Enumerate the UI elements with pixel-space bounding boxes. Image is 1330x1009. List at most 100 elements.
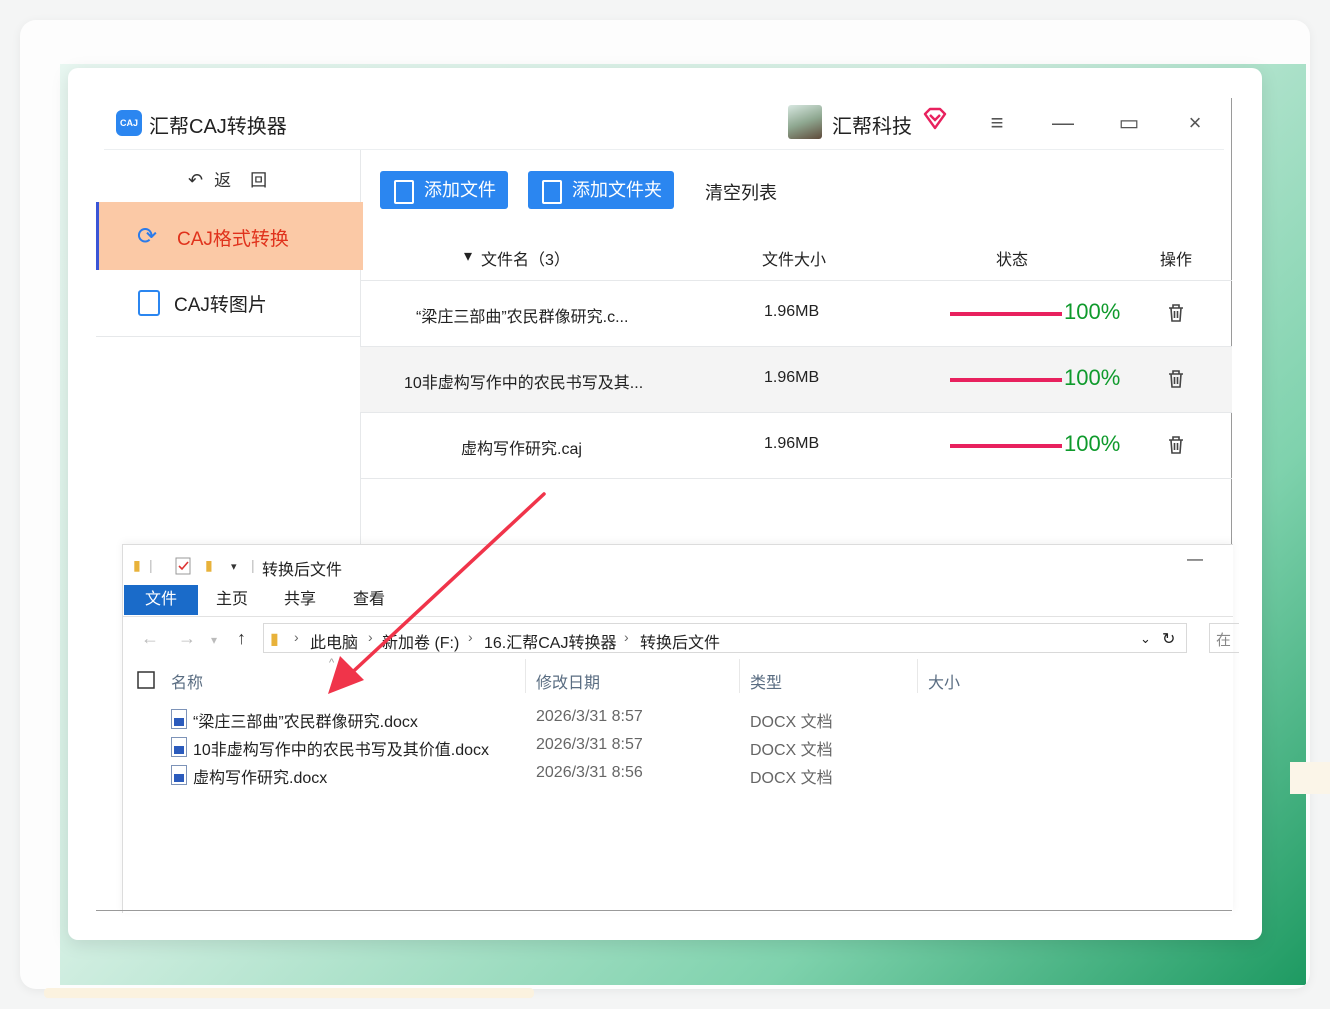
column-divider (917, 659, 918, 693)
address-dropdown-icon[interactable]: ⌄ (1140, 631, 1151, 647)
file-name: “梁庄三部曲”农民群像研究.docx (193, 714, 418, 731)
folder-icon: ▮ (133, 557, 141, 573)
app-title: 汇帮CAJ转换器 (149, 116, 287, 138)
column-size[interactable]: 大小 (928, 669, 960, 693)
window-bottom-edge (96, 910, 1232, 911)
folder-icon: ▮ (270, 631, 279, 648)
ribbon-tab-file[interactable]: 文件 (124, 585, 198, 615)
trash-icon[interactable] (1167, 369, 1185, 389)
close-button[interactable]: × (1182, 110, 1208, 136)
maximize-button[interactable]: ▭ (1116, 110, 1142, 136)
progress-percent: 100% (1064, 431, 1121, 456)
document-icon (138, 290, 160, 316)
row-filesize: 1.96MB (764, 435, 820, 452)
trash-icon[interactable] (1167, 435, 1185, 455)
avatar[interactable] (788, 105, 822, 139)
sidebar-item-caj-image[interactable]: CAJ转图片 (96, 270, 360, 337)
list-item[interactable]: 10非虚构写作中的农民书写及其价值.docx 2026/3/31 8:57 DO… (171, 733, 871, 761)
menu-icon[interactable]: ≡ (984, 110, 1010, 136)
separator: | (251, 557, 255, 573)
row-filesize: 1.96MB (764, 369, 820, 386)
file-icon (394, 180, 414, 204)
refresh-icon[interactable]: ↻ (1162, 629, 1175, 649)
file-type: DOCX 文档 (750, 714, 833, 731)
column-divider (525, 659, 526, 693)
breadcrumb-this-pc[interactable]: 此电脑 (310, 629, 358, 653)
file-date: 2026/3/31 8:57 (536, 708, 643, 725)
file-name: 10非虚构写作中的农民书写及其价值.docx (193, 742, 490, 759)
sort-down-icon[interactable]: ▾ (464, 246, 472, 266)
progress-fill (950, 444, 1062, 448)
column-filesize: 文件大小 (762, 252, 827, 269)
word-document-icon (171, 709, 187, 729)
row-filename: “梁庄三部曲”农民群像研究.c... (416, 309, 629, 326)
up-arrow-icon[interactable]: ↑ (237, 628, 246, 649)
background-strip (1290, 762, 1330, 794)
chevron-right-icon: › (624, 629, 629, 645)
clear-list-button[interactable]: 清空列表 (705, 179, 777, 205)
progress-bar (950, 444, 1062, 448)
address-bar[interactable]: ▮ › 此电脑 › 新加卷 (F:) › 16.汇帮CAJ转换器 › 转换后文件… (263, 623, 1187, 653)
sort-up-icon: ^ (329, 657, 335, 669)
add-file-label: 添加文件 (424, 180, 496, 200)
background-bottom-bar (44, 988, 534, 998)
progress-fill (950, 312, 1062, 316)
ribbon-tab-home[interactable]: 主页 (216, 585, 248, 615)
new-folder-icon[interactable]: ▮ (205, 557, 213, 574)
column-type[interactable]: 类型 (750, 669, 782, 693)
chevron-right-icon: › (468, 629, 473, 645)
ribbon-tab-view[interactable]: 查看 (353, 585, 385, 615)
table-row[interactable]: “梁庄三部曲”农民群像研究.c... 1.96MB 100% (360, 281, 1232, 347)
progress-bar (950, 378, 1062, 382)
app-window: CAJ 汇帮CAJ转换器 汇帮科技 ≡ — ▭ × ↶ 返 回 ⟳ CAJ格式转换… (68, 68, 1262, 940)
refresh-icon: ⟳ (137, 223, 158, 250)
word-document-icon (171, 765, 187, 785)
column-date[interactable]: 修改日期 (536, 669, 600, 693)
brand-name[interactable]: 汇帮科技 (832, 110, 912, 139)
table-header: ▾ 文件名（3） 文件大小 状态 操作 (360, 228, 1232, 281)
explorer-minimize-button[interactable]: — (1187, 551, 1203, 569)
recent-dropdown-icon[interactable]: ▾ (211, 633, 217, 647)
vip-diamond-icon[interactable] (922, 106, 948, 132)
table-row[interactable]: 10非虚构写作中的农民书写及其... 1.96MB 100% (360, 347, 1232, 413)
select-all-checkbox[interactable] (137, 671, 155, 689)
add-file-button[interactable]: 添加文件 (380, 171, 508, 209)
properties-icon[interactable] (175, 557, 191, 575)
column-name[interactable]: 名称 (171, 669, 203, 693)
progress-percent: 100% (1064, 365, 1121, 390)
ribbon-divider (123, 616, 1233, 617)
explorer-title: 转换后文件 (262, 562, 343, 579)
file-date: 2026/3/31 8:56 (536, 764, 643, 781)
back-arrow-icon: ↶ (188, 170, 205, 190)
row-filename: 10非虚构写作中的农民书写及其... (404, 375, 644, 392)
row-filename: 虚构写作研究.caj (461, 441, 582, 458)
search-input[interactable]: 在 (1209, 623, 1239, 653)
column-action: 操作 (1160, 252, 1193, 269)
minimize-button[interactable]: — (1050, 110, 1076, 136)
quick-access-dropdown-icon[interactable]: ▾ (231, 560, 237, 573)
word-document-icon (171, 737, 187, 757)
back-arrow-icon[interactable]: ← (141, 628, 159, 649)
breadcrumb-app-folder[interactable]: 16.汇帮CAJ转换器 (484, 629, 616, 653)
progress-bar (950, 312, 1062, 316)
trash-icon[interactable] (1167, 303, 1185, 323)
file-type: DOCX 文档 (750, 770, 833, 787)
explorer-window: ▮ | ▮ ▾ | 转换后文件 — 文件 主页 共享 查看 ← → ▾ ↑ ▮ … (122, 544, 1239, 913)
sidebar-item-caj-format[interactable]: ⟳ CAJ格式转换 (96, 202, 363, 270)
ribbon-tab-share[interactable]: 共享 (284, 585, 316, 615)
table-row[interactable]: 虚构写作研究.caj 1.96MB 100% (360, 413, 1232, 479)
list-item[interactable]: “梁庄三部曲”农民群像研究.docx 2026/3/31 8:57 DOCX 文… (171, 705, 871, 733)
folder-add-icon (542, 180, 562, 204)
forward-arrow-icon[interactable]: → (178, 628, 196, 649)
file-type: DOCX 文档 (750, 742, 833, 759)
breadcrumb-output-folder[interactable]: 转换后文件 (640, 629, 720, 653)
list-item[interactable]: 虚构写作研究.docx 2026/3/31 8:56 DOCX 文档 (171, 761, 871, 789)
back-button[interactable]: ↶ 返 回 (188, 166, 268, 191)
column-divider (739, 659, 740, 693)
app-logo-icon: CAJ (116, 110, 142, 136)
column-filename[interactable]: 文件名（3） (481, 246, 570, 270)
separator: | (149, 557, 153, 573)
breadcrumb-volume[interactable]: 新加卷 (F:) (382, 629, 459, 653)
add-folder-button[interactable]: 添加文件夹 (528, 171, 674, 209)
progress-percent: 100% (1064, 299, 1121, 324)
